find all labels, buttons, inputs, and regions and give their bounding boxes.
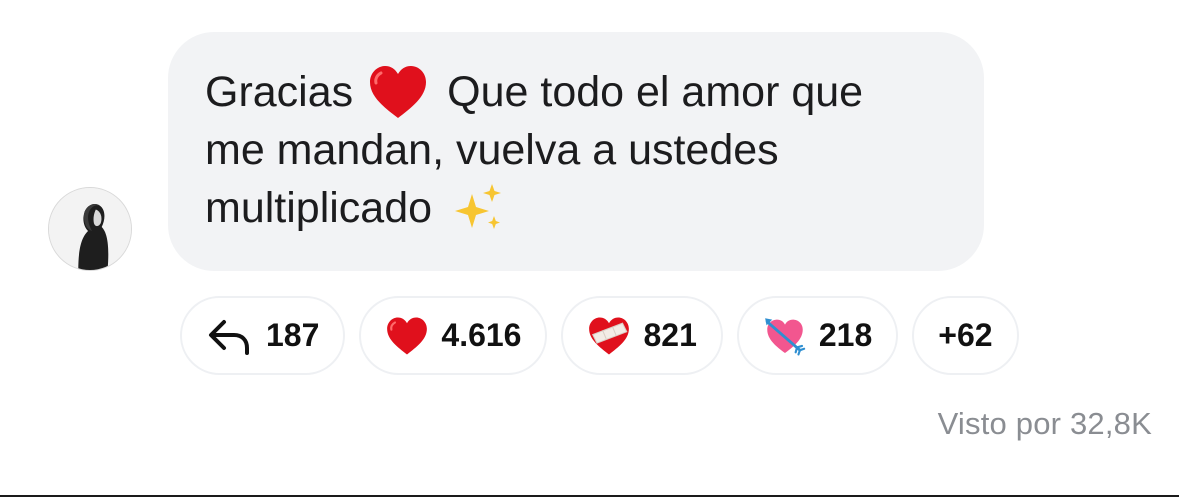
reaction-mending-heart[interactable]: 821 [561, 296, 723, 375]
message-text: Que todo el amor que [447, 68, 864, 116]
reaction-count: 4.616 [441, 317, 522, 353]
reactions-bar: 187 4.616 821 218 +62 [180, 296, 1019, 375]
message-text: me mandan, vuelva a ustedes [205, 126, 779, 174]
message-text: Gracias [205, 68, 354, 116]
red-heart-icon [385, 316, 429, 356]
seen-by-label: Visto por 32,8K [937, 406, 1152, 441]
more-reactions-count: +62 [938, 317, 993, 353]
reply-count: 187 [266, 317, 320, 353]
avatar-portrait-image [49, 188, 131, 270]
reply-count-button[interactable]: 187 [180, 296, 346, 375]
red-heart-icon [367, 64, 429, 120]
message-line-3: multiplicado [205, 179, 954, 237]
mending-heart-icon [587, 316, 631, 356]
reaction-count: 821 [643, 317, 697, 353]
reaction-red-heart[interactable]: 4.616 [359, 296, 548, 375]
reaction-heart-with-arrow[interactable]: 218 [736, 296, 899, 375]
message-line-1: Gracias Que todo el amor que [205, 63, 954, 121]
heart-with-arrow-icon [763, 316, 807, 356]
message-bubble[interactable]: Gracias Que todo el amor que me mandan, … [168, 32, 984, 271]
bottom-divider [0, 495, 1179, 497]
more-reactions-button[interactable]: +62 [912, 296, 1019, 375]
message-text: multiplicado [205, 184, 433, 232]
sparkles-icon [450, 180, 506, 236]
reaction-count: 218 [818, 317, 873, 353]
message-line-2: me mandan, vuelva a ustedes [205, 121, 954, 179]
reply-arrow-icon [206, 316, 252, 356]
sender-avatar[interactable] [48, 187, 132, 271]
